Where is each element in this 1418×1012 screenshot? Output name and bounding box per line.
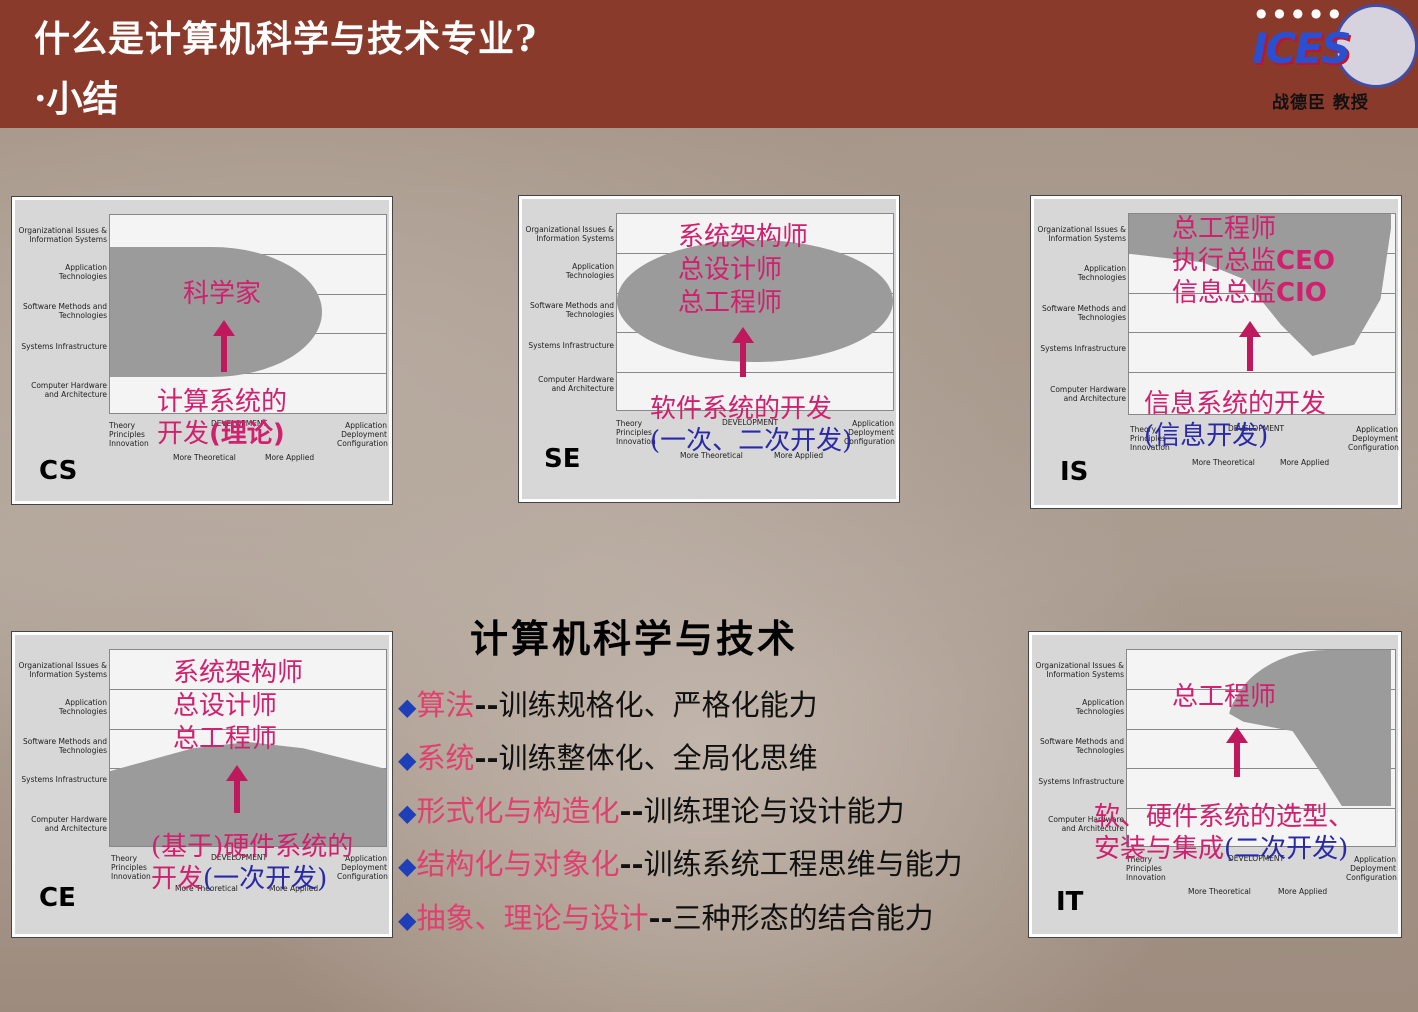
panel-code: CS	[39, 456, 78, 486]
panel-code: IT	[1056, 887, 1084, 917]
diamond-bullet-icon: ◆	[398, 746, 417, 774]
up-arrow-icon	[732, 327, 754, 377]
list-item: ◆结构化与对象化--训练系统工程思维与能力	[398, 847, 963, 881]
up-arrow-icon	[226, 765, 248, 813]
panel-grid	[109, 214, 387, 414]
panel-code: IS	[1060, 457, 1089, 487]
panel-it: Organizational Issues & Information Syst…	[1028, 631, 1402, 938]
panel-code: SE	[544, 444, 581, 474]
panel-cs: Organizational Issues & Information Syst…	[11, 196, 393, 505]
slide-header: 什么是计算机科学与技术专业? ·小结 ● ● ● ● ● ICES 战德臣 教授	[0, 0, 1418, 128]
list-item: ◆形式化与构造化--训练理论与设计能力	[398, 794, 905, 828]
discipline-area	[1227, 650, 1391, 806]
ices-logo: ● ● ● ● ● ICES	[1248, 2, 1418, 88]
role-label: 科学家	[183, 279, 262, 309]
up-arrow-icon	[1239, 321, 1261, 371]
list-item: ◆抽象、理论与设计--三种形态的结合能力	[398, 901, 934, 935]
logo-text: ICES	[1252, 24, 1351, 73]
up-arrow-icon	[213, 320, 235, 372]
author-name: 战德臣 教授	[1272, 93, 1369, 113]
diamond-bullet-icon: ◆	[398, 906, 417, 934]
up-arrow-icon	[1226, 727, 1248, 777]
panel-code: CE	[39, 883, 76, 913]
panel-se: Organizational Issues & Information Syst…	[518, 195, 900, 503]
discipline-area	[110, 247, 322, 377]
diamond-bullet-icon: ◆	[398, 799, 417, 827]
slide-title: 什么是计算机科学与技术专业?	[34, 18, 538, 60]
panel-ce: Organizational Issues & Information Syst…	[11, 631, 393, 938]
diamond-bullet-icon: ◆	[398, 693, 417, 721]
list-item: ◆系统--训练整体化、全局化思维	[398, 741, 818, 775]
list-item: ◆算法--训练规格化、严格化能力	[398, 688, 818, 722]
diamond-bullet-icon: ◆	[398, 852, 417, 880]
panel-is: Organizational Issues & Information Syst…	[1030, 195, 1402, 509]
section-heading: 计算机科学与技术	[470, 616, 799, 661]
slide-subtitle: ·小结	[34, 78, 119, 120]
